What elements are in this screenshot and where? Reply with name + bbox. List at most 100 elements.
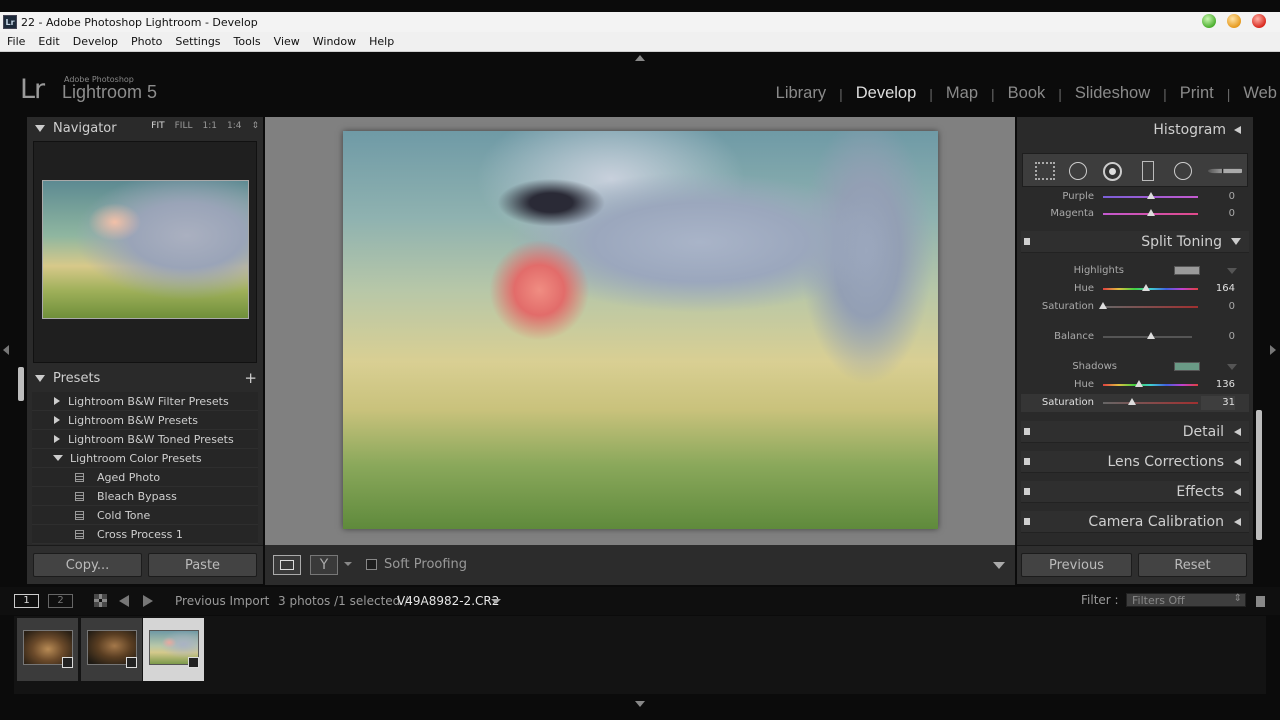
highlights-saturation-knob[interactable] bbox=[1099, 302, 1107, 309]
add-preset-button[interactable]: + bbox=[244, 369, 257, 387]
menu-develop[interactable]: Develop bbox=[73, 35, 118, 48]
preset-item[interactable]: Cross Process 1 bbox=[32, 525, 258, 544]
menu-photo[interactable]: Photo bbox=[131, 35, 162, 48]
menu-edit[interactable]: Edit bbox=[38, 35, 59, 48]
preset-item[interactable]: Cold Tone bbox=[32, 506, 258, 525]
shadows-saturation-track[interactable] bbox=[1103, 402, 1198, 404]
before-after-view-button[interactable]: Y bbox=[310, 555, 338, 575]
shadows-hue-value[interactable]: 136 bbox=[1201, 379, 1235, 390]
filmstrip-thumbnail-selected[interactable] bbox=[143, 618, 204, 681]
forward-arrow-icon[interactable] bbox=[143, 595, 153, 607]
radial-filter-tool-icon[interactable] bbox=[1174, 162, 1192, 180]
module-book[interactable]: Book bbox=[995, 84, 1059, 103]
main-photo[interactable] bbox=[343, 131, 938, 529]
maximize-button[interactable] bbox=[1227, 14, 1241, 28]
right-panel-scrollbar[interactable] bbox=[1256, 410, 1262, 540]
highlights-saturation-track[interactable] bbox=[1103, 306, 1198, 308]
module-slideshow[interactable]: Slideshow bbox=[1062, 84, 1163, 103]
panel-toggle-icon[interactable] bbox=[1024, 518, 1030, 525]
effects-header[interactable]: Effects bbox=[1021, 481, 1249, 503]
presets-collapse-icon[interactable] bbox=[35, 374, 45, 382]
presets-header[interactable]: Presets + bbox=[27, 367, 263, 389]
left-panel-scrollbar[interactable] bbox=[18, 367, 24, 401]
lens-corrections-expand-icon[interactable] bbox=[1234, 457, 1241, 466]
preset-folder[interactable]: Lightroom B&W Presets bbox=[32, 411, 258, 430]
slider-value-purple[interactable]: 0 bbox=[1201, 191, 1235, 202]
shadows-color-swatch[interactable] bbox=[1174, 362, 1200, 371]
reset-button[interactable]: Reset bbox=[1138, 553, 1247, 577]
histogram-collapse-icon[interactable] bbox=[1234, 126, 1241, 134]
soft-proofing-checkbox[interactable] bbox=[366, 559, 377, 570]
module-library[interactable]: Library bbox=[763, 84, 839, 103]
balance-knob[interactable] bbox=[1146, 332, 1155, 339]
collapse-right-panel-icon[interactable] bbox=[1270, 345, 1276, 355]
balance-value[interactable]: 0 bbox=[1201, 331, 1235, 342]
menu-view[interactable]: View bbox=[274, 35, 300, 48]
toolbar-options-icon[interactable] bbox=[993, 562, 1005, 569]
collapse-left-panel-icon[interactable] bbox=[3, 345, 9, 355]
highlights-hue-value[interactable]: 164 bbox=[1201, 283, 1235, 294]
panel-toggle-icon[interactable] bbox=[1024, 488, 1030, 495]
view-options-dropdown-icon[interactable] bbox=[344, 562, 352, 566]
collapse-top-panel-icon[interactable] bbox=[635, 55, 645, 61]
split-toning-collapse-icon[interactable] bbox=[1231, 238, 1241, 245]
shadows-hue-knob[interactable] bbox=[1134, 380, 1143, 387]
preset-folder[interactable]: Lightroom B&W Toned Presets bbox=[32, 430, 258, 449]
spot-removal-tool-icon[interactable] bbox=[1069, 162, 1087, 180]
filter-lock-icon[interactable] bbox=[1256, 596, 1265, 607]
lens-corrections-header[interactable]: Lens Corrections bbox=[1021, 451, 1249, 473]
zoom-1-4[interactable]: 1:4 bbox=[227, 121, 241, 131]
filmstrip-thumbnail[interactable] bbox=[81, 618, 142, 681]
filter-select[interactable]: Filters Off ⇕ bbox=[1126, 593, 1246, 607]
folder-expand-icon[interactable] bbox=[54, 416, 60, 424]
menu-window[interactable]: Window bbox=[313, 35, 356, 48]
primary-window-button[interactable]: 1 bbox=[14, 594, 39, 608]
panel-toggle-icon[interactable] bbox=[1024, 238, 1030, 245]
shadows-picker-icon[interactable] bbox=[1227, 364, 1237, 370]
module-develop[interactable]: Develop bbox=[843, 84, 930, 103]
navigator-preview[interactable] bbox=[33, 141, 257, 363]
crop-tool-icon[interactable] bbox=[1035, 162, 1055, 180]
zoom-dropdown-icon[interactable]: ⇕ bbox=[251, 121, 259, 131]
highlights-color-swatch[interactable] bbox=[1174, 266, 1200, 275]
shadows-saturation-value[interactable]: 31 bbox=[1201, 397, 1235, 408]
slider-purple-knob[interactable] bbox=[1146, 192, 1155, 199]
minimize-button[interactable] bbox=[1202, 14, 1216, 28]
detail-header[interactable]: Detail bbox=[1021, 421, 1249, 443]
slider-value-magenta[interactable]: 0 bbox=[1201, 208, 1235, 219]
panel-toggle-icon[interactable] bbox=[1024, 428, 1030, 435]
preset-folder[interactable]: Lightroom Color Presets bbox=[32, 449, 258, 468]
split-toning-header[interactable]: Split Toning bbox=[1021, 231, 1249, 253]
shadows-saturation-knob[interactable] bbox=[1128, 398, 1137, 405]
module-web[interactable]: Web bbox=[1230, 84, 1280, 103]
preset-item[interactable]: Bleach Bypass bbox=[32, 487, 258, 506]
folder-expand-icon[interactable] bbox=[54, 397, 60, 405]
zoom-1-1[interactable]: 1:1 bbox=[202, 121, 216, 131]
source-label[interactable]: Previous Import bbox=[175, 594, 269, 608]
effects-expand-icon[interactable] bbox=[1234, 487, 1241, 496]
secondary-window-button[interactable]: 2 bbox=[48, 594, 73, 608]
slider-magenta-knob[interactable] bbox=[1146, 209, 1155, 216]
grid-view-icon[interactable] bbox=[94, 594, 107, 607]
preset-item[interactable]: Aged Photo bbox=[32, 468, 258, 487]
navigator-collapse-icon[interactable] bbox=[35, 124, 45, 132]
highlights-saturation-value[interactable]: 0 bbox=[1201, 301, 1235, 312]
copy-settings-button[interactable]: Copy... bbox=[33, 553, 142, 577]
menu-file[interactable]: File bbox=[7, 35, 25, 48]
preset-folder[interactable]: Lightroom B&W Filter Presets bbox=[32, 392, 258, 411]
menu-tools[interactable]: Tools bbox=[234, 35, 261, 48]
menu-settings[interactable]: Settings bbox=[175, 35, 220, 48]
selected-filename[interactable]: V49A8982-2.CR2 bbox=[397, 594, 499, 608]
back-arrow-icon[interactable] bbox=[119, 595, 129, 607]
adjustment-brush-tool-icon[interactable] bbox=[1208, 168, 1242, 174]
highlights-picker-icon[interactable] bbox=[1227, 268, 1237, 274]
folder-expand-icon[interactable] bbox=[54, 435, 60, 443]
navigator-thumbnail[interactable] bbox=[42, 180, 249, 319]
camera-calibration-expand-icon[interactable] bbox=[1234, 517, 1241, 526]
close-button[interactable] bbox=[1252, 14, 1266, 28]
shadows-hue-track[interactable] bbox=[1103, 384, 1198, 386]
loupe-view-button[interactable] bbox=[273, 555, 301, 575]
camera-calibration-header[interactable]: Camera Calibration bbox=[1021, 511, 1249, 533]
collapse-filmstrip-icon[interactable] bbox=[635, 701, 645, 707]
panel-toggle-icon[interactable] bbox=[1024, 458, 1030, 465]
